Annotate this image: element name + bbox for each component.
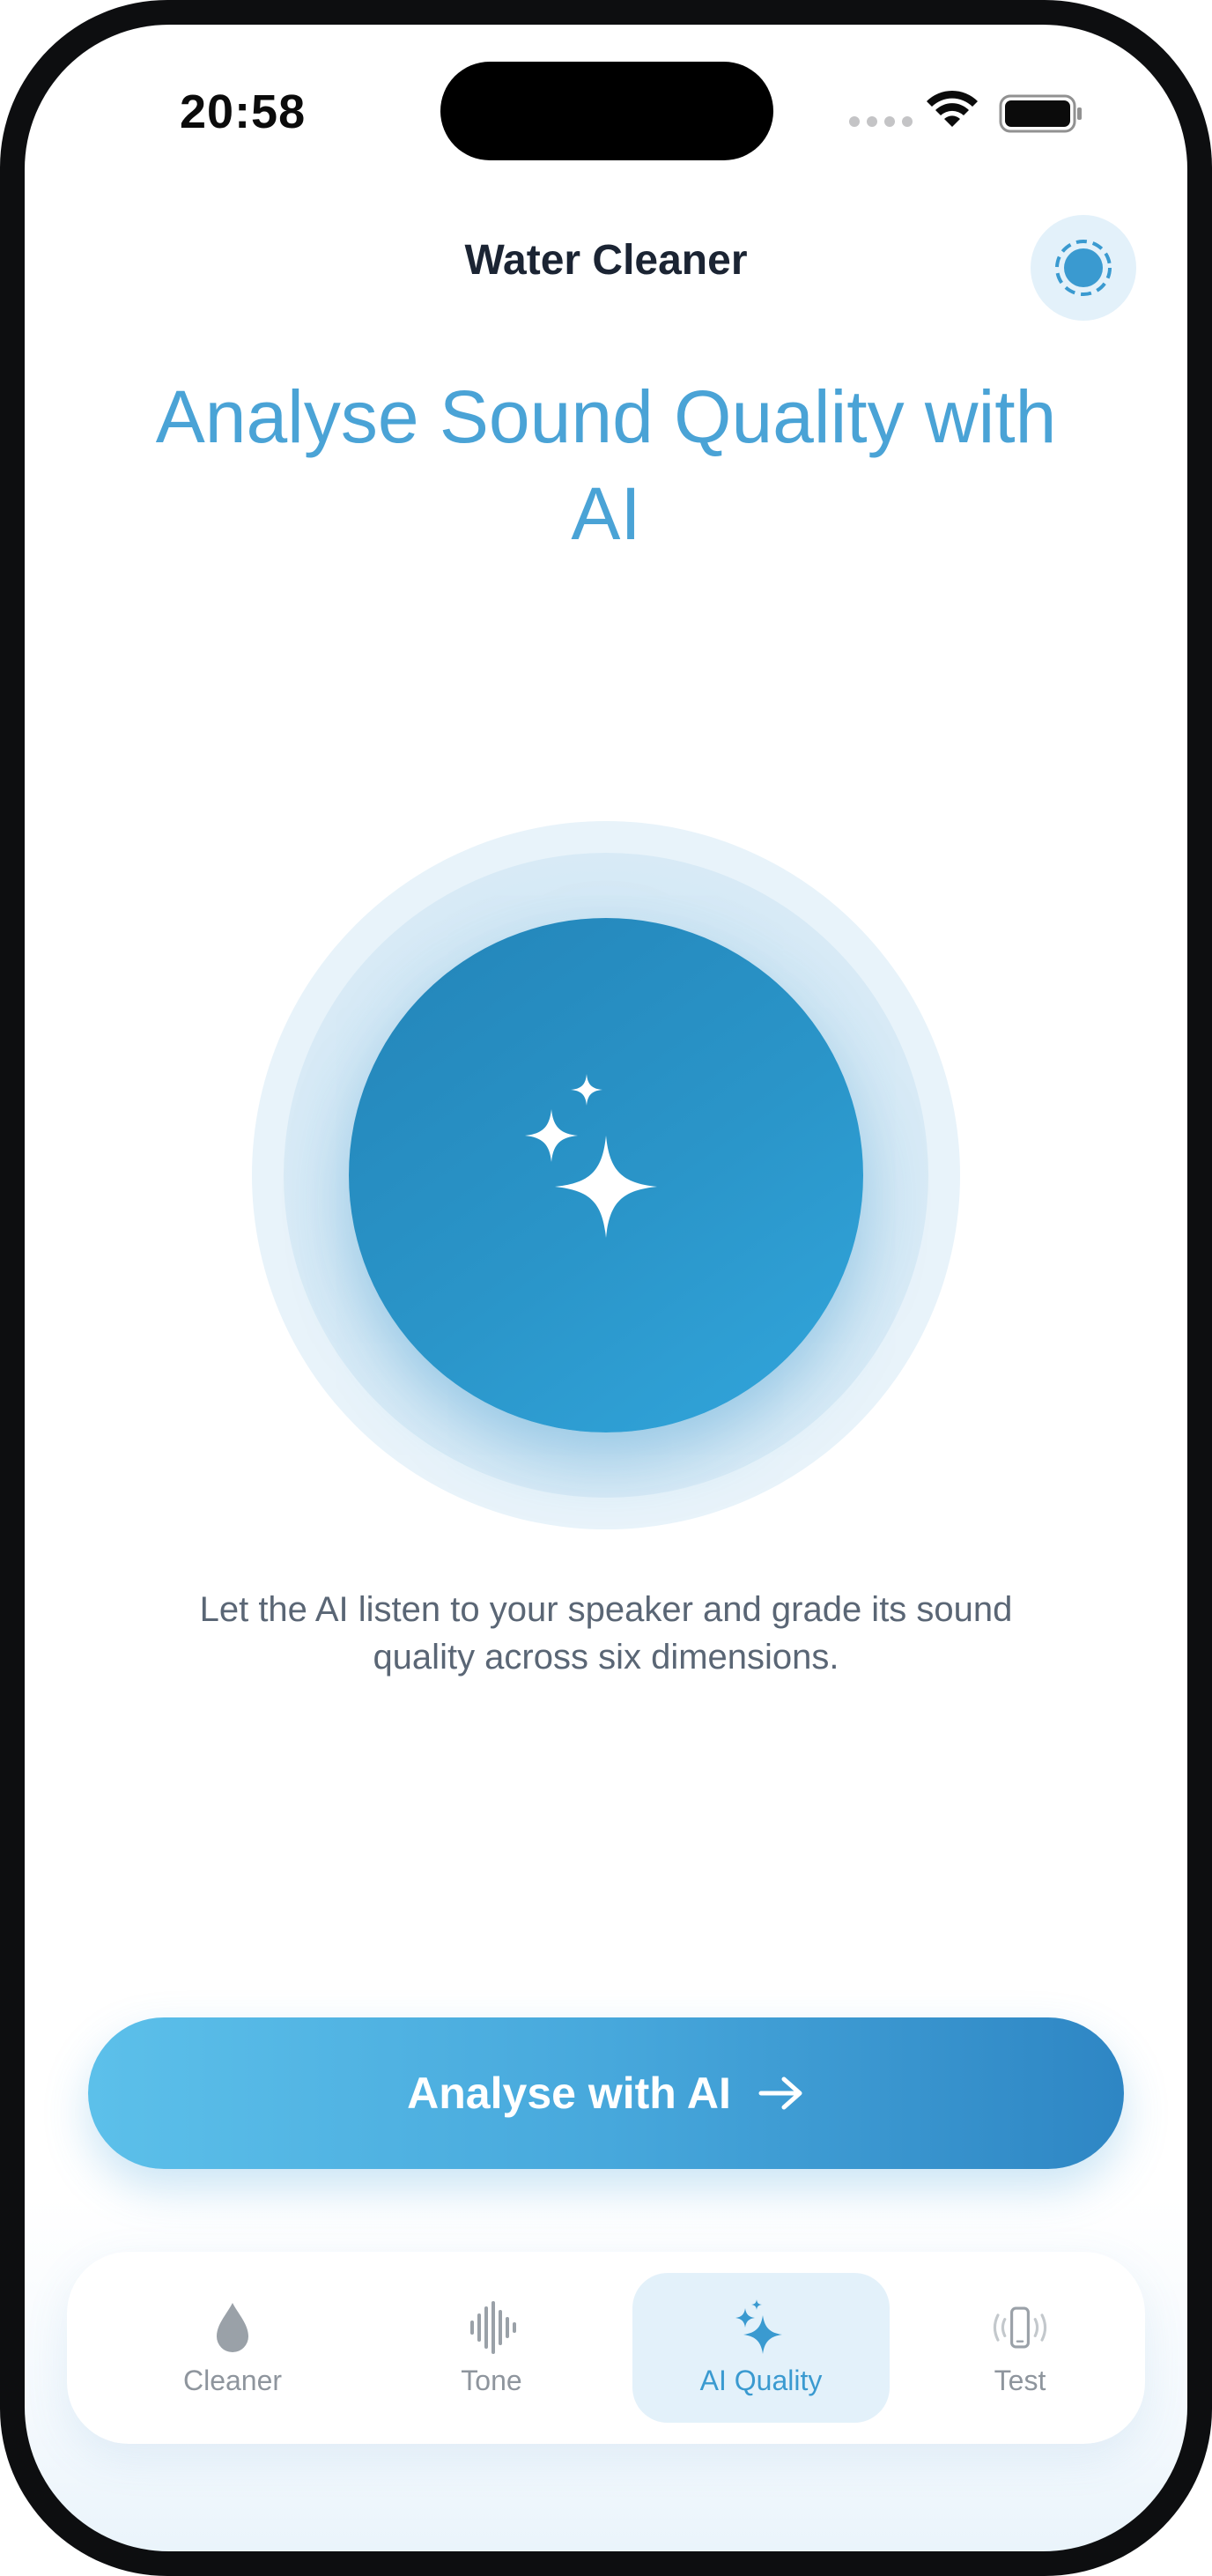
description-text: Let the AI listen to your speaker and gr… <box>199 1590 1013 1677</box>
status-indicator-button[interactable] <box>1031 215 1136 321</box>
sparkles-icon <box>735 2298 782 2354</box>
wifi-icon <box>927 90 978 127</box>
app-title: Water Cleaner <box>464 237 748 284</box>
status-time: 20:58 <box>180 85 307 138</box>
water-drop-icon <box>217 2302 248 2352</box>
arrow-right-icon <box>758 2076 802 2110</box>
tab-label: Test <box>994 2364 1046 2396</box>
tab-tone[interactable]: Tone <box>363 2273 620 2423</box>
cellular-signal-icon <box>849 116 913 127</box>
battery-icon <box>999 94 1082 133</box>
analyse-with-ai-button[interactable]: Analyse with AI <box>88 2017 1124 2169</box>
tab-label: Tone <box>461 2364 522 2396</box>
tab-ai-quality[interactable]: AI Quality <box>632 2273 890 2423</box>
cta-label: Analyse with AI <box>407 2069 731 2118</box>
tab-cleaner[interactable]: Cleaner <box>104 2273 361 2423</box>
dynamic-island <box>440 62 773 160</box>
tab-label: Cleaner <box>182 2364 283 2396</box>
tab-label: AI Quality <box>699 2364 823 2396</box>
ai-analyse-orb[interactable] <box>349 918 863 1432</box>
tab-test[interactable]: Test <box>891 2273 1149 2423</box>
sparkles-icon <box>525 1074 657 1238</box>
waveform-icon <box>470 2300 516 2354</box>
record-icon <box>1055 240 1112 296</box>
device-frame: 20:58 Water Cleaner Analyse Sound Qualit… <box>0 0 1212 2576</box>
page-title: Analyse Sound Quality with AI <box>155 375 1057 555</box>
tab-bar: Cleaner Tone AI Quality Test <box>67 2252 1145 2444</box>
screen: 20:58 Water Cleaner Analyse Sound Qualit… <box>25 25 1187 2551</box>
phone-vibrate-icon <box>993 2306 1047 2348</box>
